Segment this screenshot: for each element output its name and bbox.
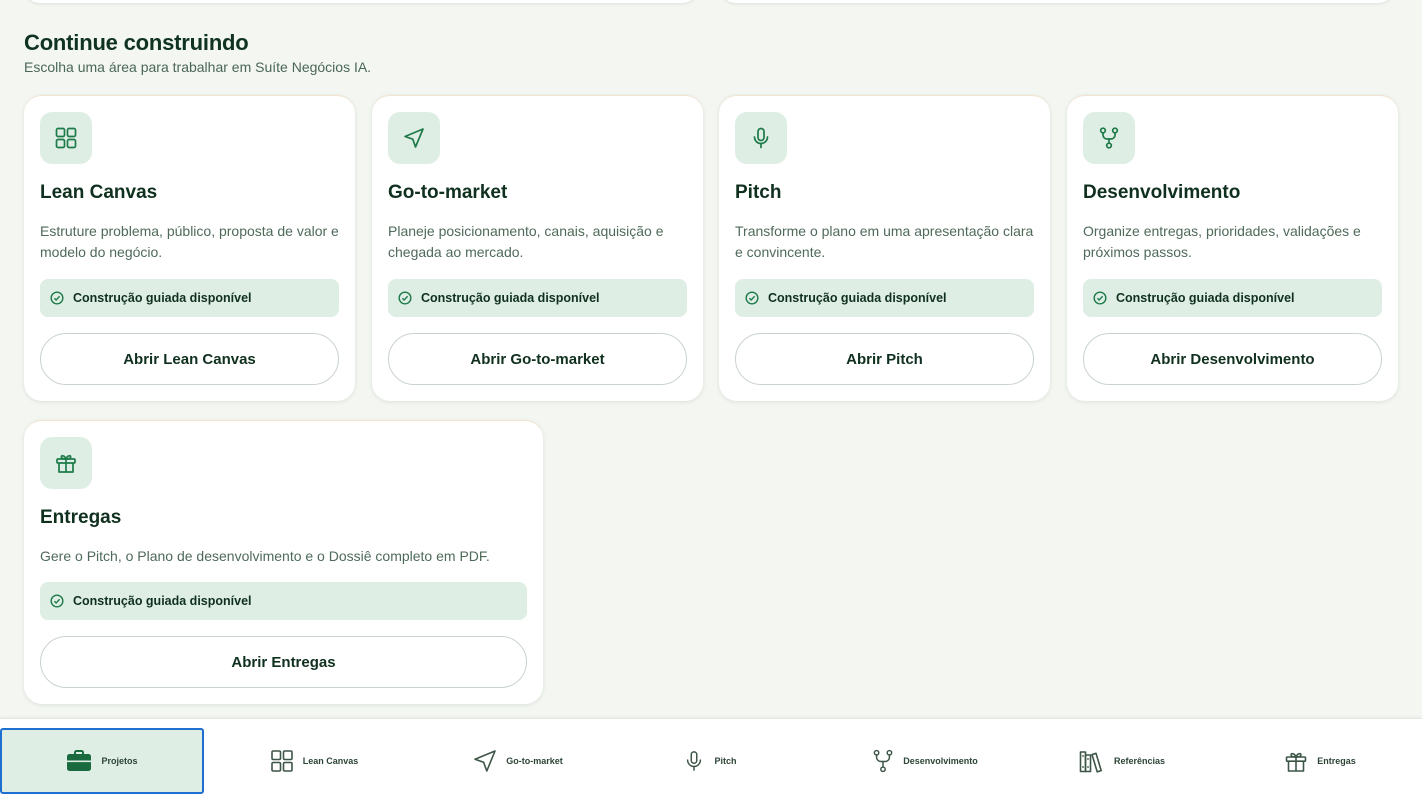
- check-circle-icon: [50, 291, 64, 305]
- previous-card-bottom: [720, 0, 1394, 3]
- card-description: Transforme o plano em uma apresentação c…: [735, 223, 1034, 260]
- microphone-icon: [735, 112, 787, 164]
- card-title: Pitch: [735, 182, 782, 203]
- badge-label: Construção guiada disponível: [421, 291, 600, 305]
- nav-label: Desenvolvimento: [903, 756, 978, 766]
- page: Continue construindo Escolha uma área pa…: [0, 0, 1422, 800]
- nav-label: Lean Canvas: [302, 756, 359, 766]
- card-description: Estruture problema, público, proposta de…: [40, 223, 339, 260]
- guided-badge: Construção guiada disponível: [40, 582, 527, 620]
- open-desenvolvimento-button[interactable]: Abrir Desenvolvimento: [1083, 333, 1382, 385]
- card-title: Entregas: [40, 507, 122, 528]
- nav-item-go-to-market[interactable]: Go-to-market: [416, 728, 620, 794]
- guided-badge: Construção guiada disponível: [388, 279, 687, 317]
- badge-label: Construção guiada disponível: [1116, 291, 1295, 305]
- bottom-nav: Projetos Lean Canvas Go-to-market Pitch: [0, 718, 1422, 800]
- open-entregas-button[interactable]: Abrir Entregas: [40, 636, 527, 688]
- nav-label: Entregas: [1317, 756, 1356, 766]
- card-description: Gere o Pitch, o Plano de desenvolvimento…: [40, 548, 490, 564]
- open-pitch-button[interactable]: Abrir Pitch: [735, 333, 1034, 385]
- card-title: Desenvolvimento: [1083, 182, 1241, 203]
- git-branch-icon: [873, 749, 893, 773]
- git-branch-icon: [1083, 112, 1135, 164]
- navigation-arrow-icon: [474, 750, 497, 772]
- navigation-arrow-icon: [388, 112, 440, 164]
- nav-item-pitch[interactable]: Pitch: [608, 728, 812, 794]
- library-icon: [1079, 751, 1102, 773]
- section-subtitle: Escolha uma área para trabalhar em Suíte…: [24, 59, 372, 75]
- gift-icon: [40, 437, 92, 489]
- card-lean-canvas: Lean Canvas Estruture problema, público,…: [24, 95, 355, 401]
- check-circle-icon: [1093, 291, 1107, 305]
- nav-item-projetos[interactable]: Projetos: [0, 728, 204, 794]
- nav-item-entregas[interactable]: Entregas: [1218, 728, 1422, 794]
- badge-label: Construção guiada disponível: [73, 594, 252, 608]
- badge-label: Construção guiada disponível: [73, 291, 252, 305]
- check-circle-icon: [398, 291, 412, 305]
- nav-item-referencias[interactable]: Referências: [1020, 728, 1224, 794]
- guided-badge: Construção guiada disponível: [40, 279, 339, 317]
- grid-icon: [270, 750, 293, 772]
- card-pitch: Pitch Transforme o plano em uma apresent…: [719, 95, 1050, 401]
- card-description: Planeje posicionamento, canais, aquisiçã…: [388, 223, 664, 260]
- nav-label: Referências: [1113, 756, 1166, 766]
- guided-badge: Construção guiada disponível: [1083, 279, 1382, 317]
- nav-item-desenvolvimento[interactable]: Desenvolvimento: [812, 728, 1038, 794]
- microphone-icon: [687, 751, 702, 771]
- nav-label: Go-to-market: [506, 756, 563, 766]
- open-go-to-market-button[interactable]: Abrir Go-to-market: [388, 333, 687, 385]
- check-circle-icon: [745, 291, 759, 305]
- guided-badge: Construção guiada disponível: [735, 279, 1034, 317]
- check-circle-icon: [50, 594, 64, 608]
- nav-label: Projetos: [101, 756, 138, 766]
- badge-label: Construção guiada disponível: [768, 291, 947, 305]
- nav-label: Pitch: [714, 756, 737, 766]
- card-title: Go-to-market: [388, 182, 508, 203]
- nav-item-lean-canvas[interactable]: Lean Canvas: [212, 728, 416, 794]
- card-go-to-market: Go-to-market Planeje posicionamento, can…: [372, 95, 703, 401]
- grid-icon: [40, 112, 92, 164]
- open-lean-canvas-button[interactable]: Abrir Lean Canvas: [40, 333, 339, 385]
- section-title: Continue construindo: [24, 30, 249, 55]
- gift-icon: [1285, 752, 1307, 772]
- briefcase-icon: [67, 750, 92, 771]
- card-desenvolvimento: Desenvolvimento Organize entregas, prior…: [1067, 95, 1398, 401]
- card-description: Organize entregas, prioridades, validaçõ…: [1083, 223, 1361, 260]
- card-title: Lean Canvas: [40, 182, 158, 203]
- card-entregas: Entregas Gere o Pitch, o Plano de desenv…: [24, 420, 543, 704]
- previous-card-bottom: [24, 0, 698, 3]
